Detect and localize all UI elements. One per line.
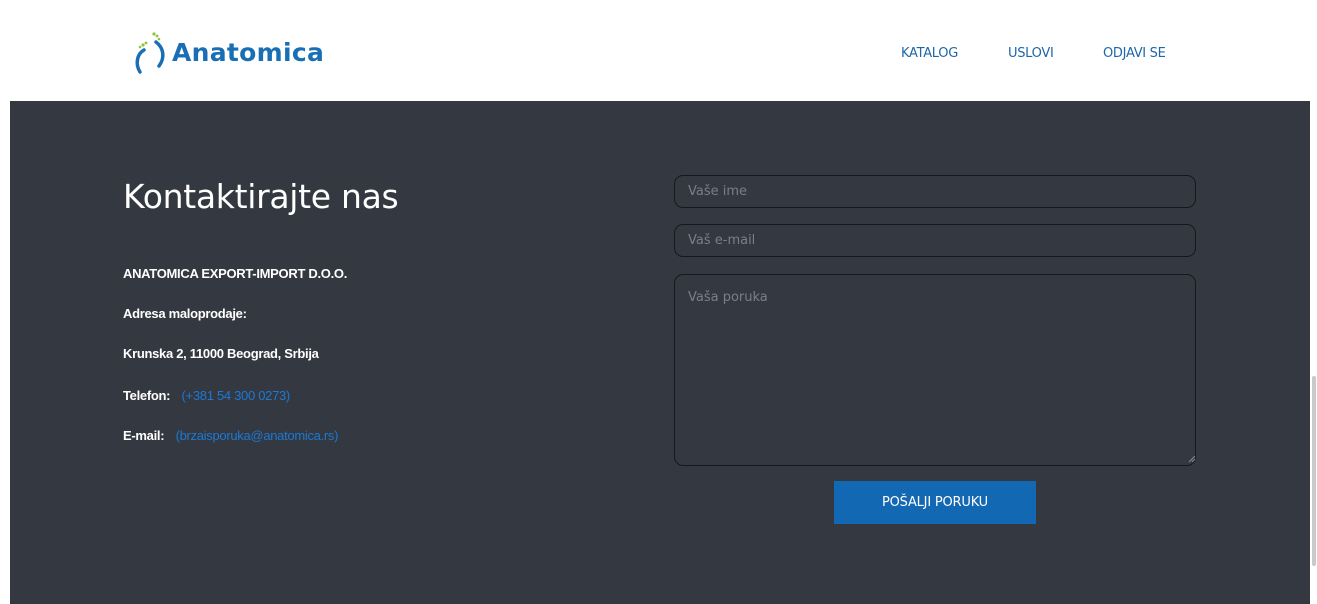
phone-row: Telefon: (+381 54 300 0273) xyxy=(123,388,290,403)
email-row: E-mail: (brzaisporuka@anatomica.rs) xyxy=(123,428,338,443)
name-input[interactable] xyxy=(674,175,1196,208)
contact-heading: Kontaktirajte nas xyxy=(123,177,399,216)
address: Krunska 2, 11000 Beograd, Srbija xyxy=(123,346,319,361)
logo[interactable]: Anatomica xyxy=(134,27,324,77)
scrollbar-thumb[interactable] xyxy=(1312,376,1316,566)
contact-section: Kontaktirajte nas ANATOMICA EXPORT-IMPOR… xyxy=(10,101,1310,604)
email-link[interactable]: (brzaisporuka@anatomica.rs) xyxy=(176,428,339,443)
feet-logo-icon xyxy=(135,32,165,74)
nav-uslovi[interactable]: USLOVI xyxy=(1008,46,1054,61)
phone-link[interactable]: (+381 54 300 0273) xyxy=(182,388,291,403)
address-label: Adresa maloprodaje: xyxy=(123,306,247,321)
send-message-button[interactable]: POŠALJI PORUKU xyxy=(834,481,1036,524)
site-header: Anatomica KATALOG USLOVI ODJAVI SE xyxy=(0,0,1310,101)
nav-odjavi-se[interactable]: ODJAVI SE xyxy=(1103,46,1166,61)
nav-katalog[interactable]: KATALOG xyxy=(901,46,958,61)
scrollbar[interactable] xyxy=(1310,0,1317,604)
email-label: E-mail: xyxy=(123,428,165,443)
company-name: ANATOMICA EXPORT-IMPORT D.O.O. xyxy=(123,266,348,281)
phone-label: Telefon: xyxy=(123,388,171,403)
email-input[interactable] xyxy=(674,224,1196,257)
resize-grip-icon[interactable] xyxy=(1186,453,1196,463)
message-textarea[interactable] xyxy=(674,274,1196,466)
logo-text: Anatomica xyxy=(172,37,325,67)
